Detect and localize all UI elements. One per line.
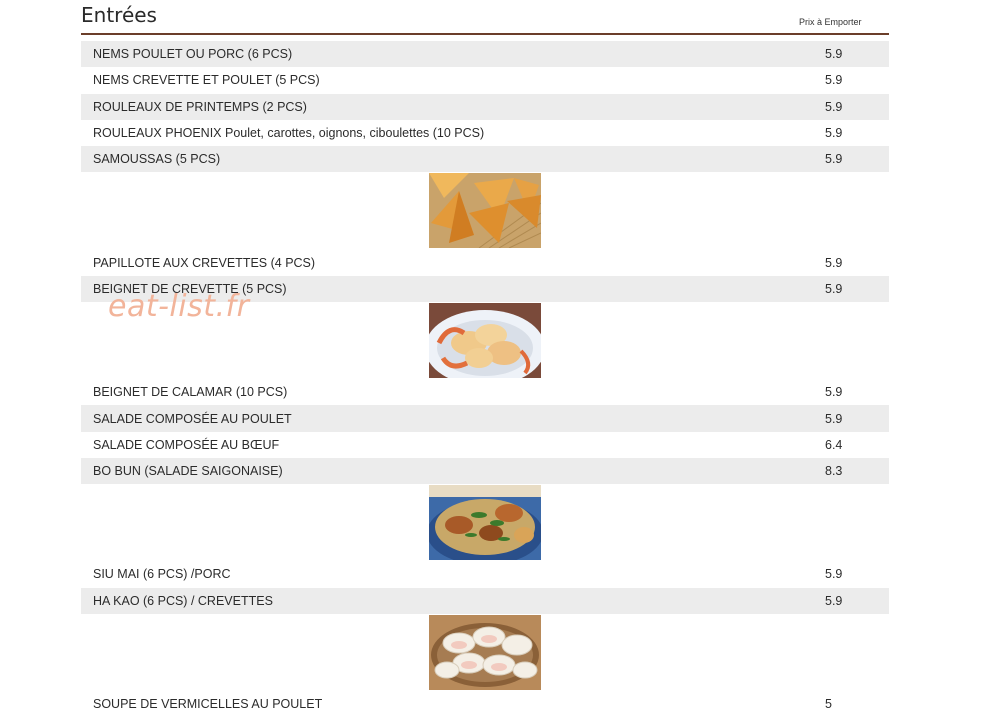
item-price: 5.9: [825, 411, 843, 426]
item-price: 5.9: [825, 255, 843, 270]
item-price: 5.9: [825, 99, 843, 114]
item-price: 5.9: [825, 567, 843, 582]
menu-item: PAPILLOTE AUX CREVETTES (4 PCS) 5.9: [81, 249, 889, 275]
photo-row: [81, 485, 889, 561]
item-name: SALADE COMPOSÉE AU POULET: [93, 411, 292, 426]
item-name: ROULEAUX DE PRINTEMPS (2 PCS): [93, 99, 307, 114]
bo-bun-photo-icon: [429, 485, 541, 561]
item-name: SALADE COMPOSÉE AU BŒUF: [93, 437, 280, 452]
photo-row: [81, 614, 889, 690]
item-name: ROULEAUX PHOENIX Poulet, carottes, oigno…: [93, 126, 485, 141]
item-name: NEMS POULET OU PORC (6 PCS): [93, 47, 293, 62]
item-price: 5.9: [825, 385, 843, 400]
menu-list: NEMS POULET OU PORC (6 PCS) 5.9 NEMS CRE…: [81, 41, 889, 717]
menu-item: SOUPE DE VERMICELLES AU POULET 5: [81, 691, 889, 717]
dumplings-photo-icon: [429, 614, 541, 690]
menu-item: NEMS CREVETTE ET POULET (5 PCS) 5.9: [81, 67, 889, 93]
page-title: Entrées: [81, 3, 157, 27]
menu-item: BEIGNET DE CALAMAR (10 PCS) 5.9: [81, 379, 889, 405]
item-price: 5.9: [825, 281, 843, 296]
menu-item: HA KAO (6 PCS) / CREVETTES 5.9: [81, 587, 889, 614]
item-name: HA KAO (6 PCS) / CREVETTES: [93, 593, 273, 608]
item-price: 5.9: [825, 593, 843, 608]
item-name: PAPILLOTE AUX CREVETTES (4 PCS): [93, 255, 316, 270]
item-price: 5.9: [825, 73, 843, 88]
photo-row: [81, 173, 889, 249]
menu-item: SIU MAI (6 PCS) /PORC 5.9: [81, 561, 889, 587]
fried-shrimp-photo-icon: [429, 303, 541, 379]
item-price: 6.4: [825, 437, 843, 452]
item-name: BO BUN (SALADE SAIGONAISE): [93, 464, 283, 479]
menu-item: SAMOUSSAS (5 PCS) 5.9: [81, 146, 889, 173]
menu-item: SALADE COMPOSÉE AU BŒUF 6.4: [81, 432, 889, 458]
menu-item: ROULEAUX DE PRINTEMPS (2 PCS) 5.9: [81, 93, 889, 120]
header-divider: [81, 33, 889, 35]
watermark: eat-list.fr: [108, 289, 250, 324]
item-price: 8.3: [825, 464, 843, 479]
item-price: 5.9: [825, 47, 843, 62]
item-name: SAMOUSSAS (5 PCS): [93, 152, 221, 167]
item-name: SIU MAI (6 PCS) /PORC: [93, 567, 231, 582]
menu-item: BO BUN (SALADE SAIGONAISE) 8.3: [81, 457, 889, 485]
menu-item: SALADE COMPOSÉE AU POULET 5.9: [81, 405, 889, 432]
item-name: SOUPE DE VERMICELLES AU POULET: [93, 697, 323, 711]
price-column-header: Prix à Emporter: [799, 17, 862, 27]
menu-item: NEMS POULET OU PORC (6 PCS) 5.9: [81, 41, 889, 68]
item-name: NEMS CREVETTE ET POULET (5 PCS): [93, 73, 320, 88]
item-name: BEIGNET DE CALAMAR (10 PCS): [93, 385, 288, 400]
samosa-photo-icon: [429, 173, 541, 249]
item-price: 5.9: [825, 152, 843, 167]
item-price: 5: [825, 697, 832, 711]
menu-item: ROULEAUX PHOENIX Poulet, carottes, oigno…: [81, 120, 889, 146]
item-price: 5.9: [825, 126, 843, 141]
